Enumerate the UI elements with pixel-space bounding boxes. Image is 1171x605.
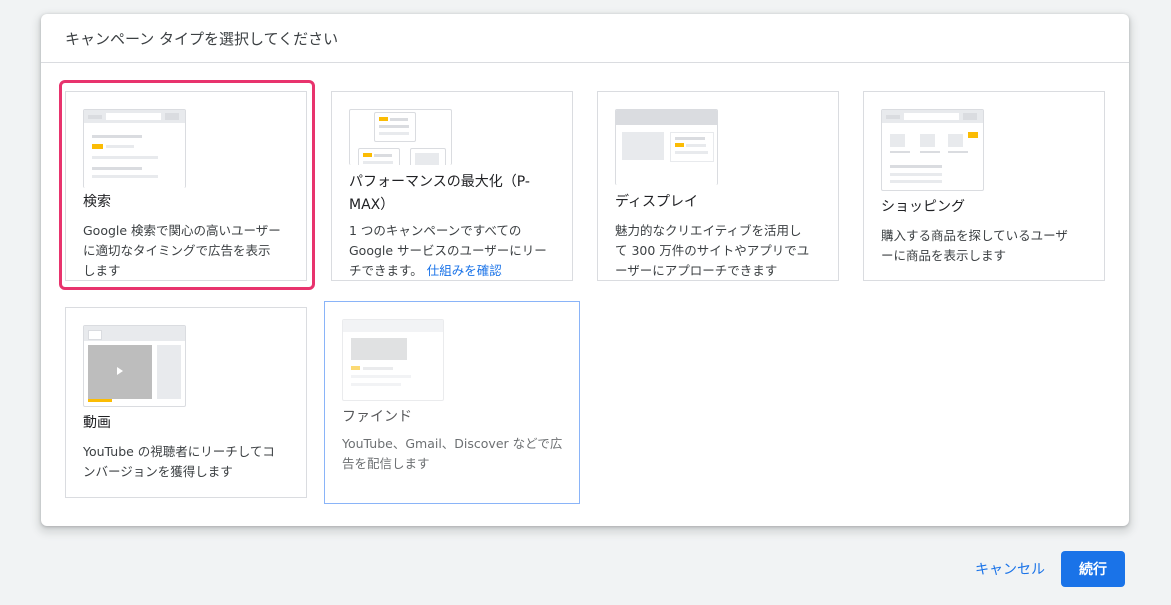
card-video-title: 動画 [83, 415, 111, 431]
card-display[interactable]: ディスプレイ 魅力的なクリエイティブを活用し て 300 万件のサイトやアプリで… [597, 91, 839, 281]
shopping-thumbnail [881, 109, 984, 191]
card-discovery-desc: YouTube、Gmail、Discover などで広 告を配信します [342, 436, 563, 471]
campaign-type-dialog: キャンペーン タイプを選択してください 検索 Google 検索で関心の高いユー… [41, 14, 1129, 526]
discovery-thumbnail [342, 319, 444, 401]
search-thumbnail [83, 109, 186, 188]
card-video[interactable]: 動画 YouTube の視聴者にリーチしてコ ンバージョンを獲得します [65, 307, 307, 498]
card-search[interactable]: 検索 Google 検索で関心の高いユーザー に適切なタイミングで広告を表示 し… [65, 91, 307, 281]
video-thumbnail [83, 325, 186, 407]
card-discovery-title: ファインド [342, 409, 412, 425]
card-display-title: ディスプレイ [615, 194, 699, 210]
card-shopping[interactable]: ショッピング 購入する商品を探しているユーザ ーに商品を表示します [863, 91, 1105, 281]
card-search-desc: Google 検索で関心の高いユーザー に適切なタイミングで広告を表示 します [83, 223, 281, 278]
card-display-desc: 魅力的なクリエイティブを活用し て 300 万件のサイトやアプリでユ ーザーにア… [615, 223, 810, 278]
card-discovery[interactable]: ファインド YouTube、Gmail、Discover などで広 告を配信しま… [324, 301, 580, 504]
card-performance-max[interactable]: パフォーマンスの最大化（P- MAX） 1 つのキャンペーンですべての Goog… [331, 91, 573, 281]
cancel-button[interactable]: キャンセル [966, 551, 1054, 587]
pmax-thumbnail [349, 109, 452, 165]
card-pmax-desc: 1 つのキャンペーンですべての Google サービスのユーザーにリー チできま… [349, 223, 547, 278]
learn-more-link[interactable]: 仕組みを確認 [427, 263, 502, 278]
card-shopping-title: ショッピング [881, 199, 965, 215]
card-search-title: 検索 [83, 194, 111, 210]
continue-button[interactable]: 続行 [1061, 551, 1125, 587]
card-video-desc: YouTube の視聴者にリーチしてコ ンバージョンを獲得します [83, 444, 275, 479]
card-pmax-title: パフォーマンスの最大化（P- MAX） [349, 174, 530, 213]
display-thumbnail [615, 109, 718, 185]
play-icon [117, 367, 123, 375]
dialog-title: キャンペーン タイプを選択してください [41, 14, 1129, 63]
card-shopping-desc: 購入する商品を探しているユーザ ーに商品を表示します [881, 228, 1068, 263]
